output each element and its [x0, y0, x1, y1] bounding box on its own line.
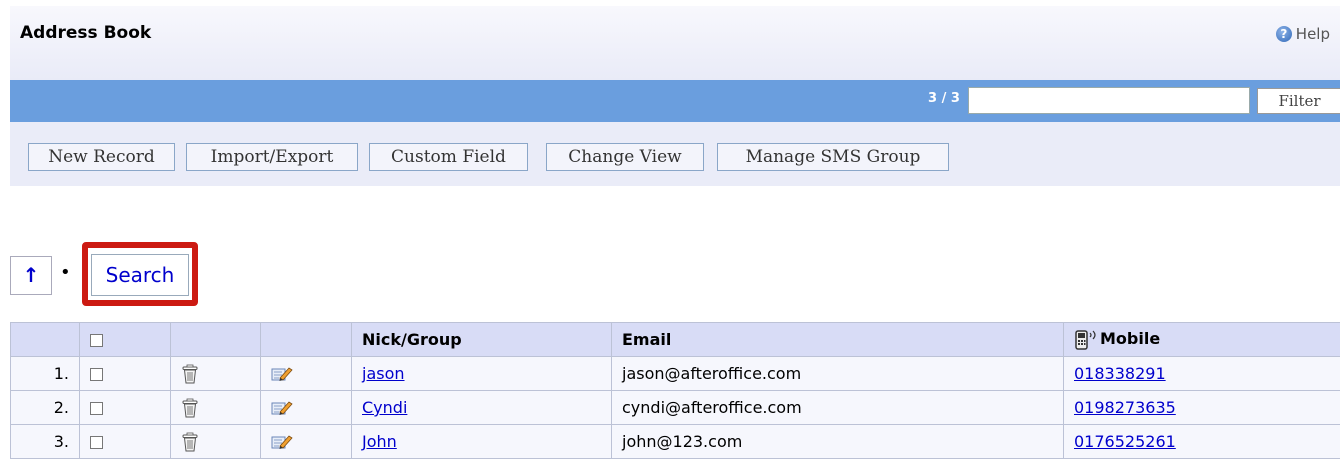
row-index: 1. — [10, 356, 80, 391]
filter-button[interactable]: Filter — [1257, 88, 1340, 114]
row-index: 3. — [10, 424, 80, 459]
row-select — [79, 424, 171, 459]
trash-icon[interactable] — [181, 432, 199, 452]
title-bar: Address Book ? Help — [10, 6, 1340, 80]
row-mobile: 018338291 — [1063, 356, 1340, 391]
help-label: Help — [1295, 25, 1330, 43]
edit-header — [260, 322, 352, 357]
mobile-link[interactable]: 018338291 — [1074, 364, 1166, 383]
table-header-row: Nick/Group Email Mobile — [10, 322, 1340, 357]
manage-sms-group-button[interactable]: Manage SMS Group — [717, 143, 949, 171]
edit-icon[interactable] — [271, 365, 293, 383]
select-all-checkbox[interactable] — [90, 334, 103, 347]
row-email: cyndi@afteroffice.com — [611, 390, 1064, 425]
row-edit — [260, 356, 352, 391]
up-button[interactable]: ↑ — [10, 256, 52, 295]
help-icon: ? — [1275, 26, 1292, 42]
separator-dot: • — [60, 262, 71, 283]
delete-header — [170, 322, 261, 357]
row-select — [79, 390, 171, 425]
page-title: Address Book — [20, 23, 152, 43]
search-button[interactable]: Search — [91, 254, 189, 296]
filter-bar: 3 / 3 Filter — [10, 80, 1340, 122]
row-delete — [170, 390, 261, 425]
filter-input[interactable] — [968, 87, 1250, 114]
mobile-phone-icon — [1075, 330, 1096, 350]
edit-icon[interactable] — [271, 399, 293, 417]
record-count: 3 / 3 — [928, 91, 960, 106]
row-edit — [260, 390, 352, 425]
mobile-header-label: Mobile — [1100, 329, 1161, 349]
row-edit — [260, 424, 352, 459]
row-nick: Cyndi — [351, 390, 612, 425]
trash-icon[interactable] — [181, 364, 199, 384]
row-email: john@123.com — [611, 424, 1064, 459]
row-mobile: 0176525261 — [1063, 424, 1340, 459]
email-header[interactable]: Email — [611, 322, 1064, 357]
mobile-link[interactable]: 0198273635 — [1074, 398, 1176, 417]
mobile-link[interactable]: 0176525261 — [1074, 432, 1176, 451]
change-view-button[interactable]: Change View — [546, 143, 704, 171]
table-row: 1. jason jason@afteroffice.com 018338291 — [10, 356, 1340, 391]
mobile-header[interactable]: Mobile — [1063, 322, 1340, 357]
contacts-table: Nick/Group Email Mobile 1. jason jason@a… — [10, 322, 1340, 459]
trash-icon[interactable] — [181, 398, 199, 418]
edit-icon[interactable] — [271, 433, 293, 451]
table-row: 2. Cyndi cyndi@afteroffice.com 019827363… — [10, 390, 1340, 425]
row-checkbox[interactable] — [90, 368, 103, 381]
nick-group-header[interactable]: Nick/Group — [351, 322, 612, 357]
row-checkbox[interactable] — [90, 436, 103, 449]
toolbar: New Record Import/Export Custom Field Ch… — [10, 122, 1340, 186]
row-checkbox[interactable] — [90, 402, 103, 415]
row-nick: John — [351, 424, 612, 459]
import-export-button[interactable]: Import/Export — [186, 143, 358, 171]
contact-link[interactable]: John — [362, 432, 397, 451]
row-delete — [170, 424, 261, 459]
row-mobile: 0198273635 — [1063, 390, 1340, 425]
table-row: 3. John john@123.com 0176525261 — [10, 424, 1340, 459]
contact-link[interactable]: jason — [362, 364, 405, 383]
custom-field-button[interactable]: Custom Field — [369, 143, 528, 171]
contact-link[interactable]: Cyndi — [362, 398, 407, 417]
row-delete — [170, 356, 261, 391]
row-select — [79, 356, 171, 391]
row-nick: jason — [351, 356, 612, 391]
row-email: jason@afteroffice.com — [611, 356, 1064, 391]
index-header — [10, 322, 80, 357]
help-link[interactable]: ? Help — [1275, 25, 1330, 43]
row-index: 2. — [10, 390, 80, 425]
select-all-header — [79, 322, 171, 357]
new-record-button[interactable]: New Record — [28, 143, 175, 171]
